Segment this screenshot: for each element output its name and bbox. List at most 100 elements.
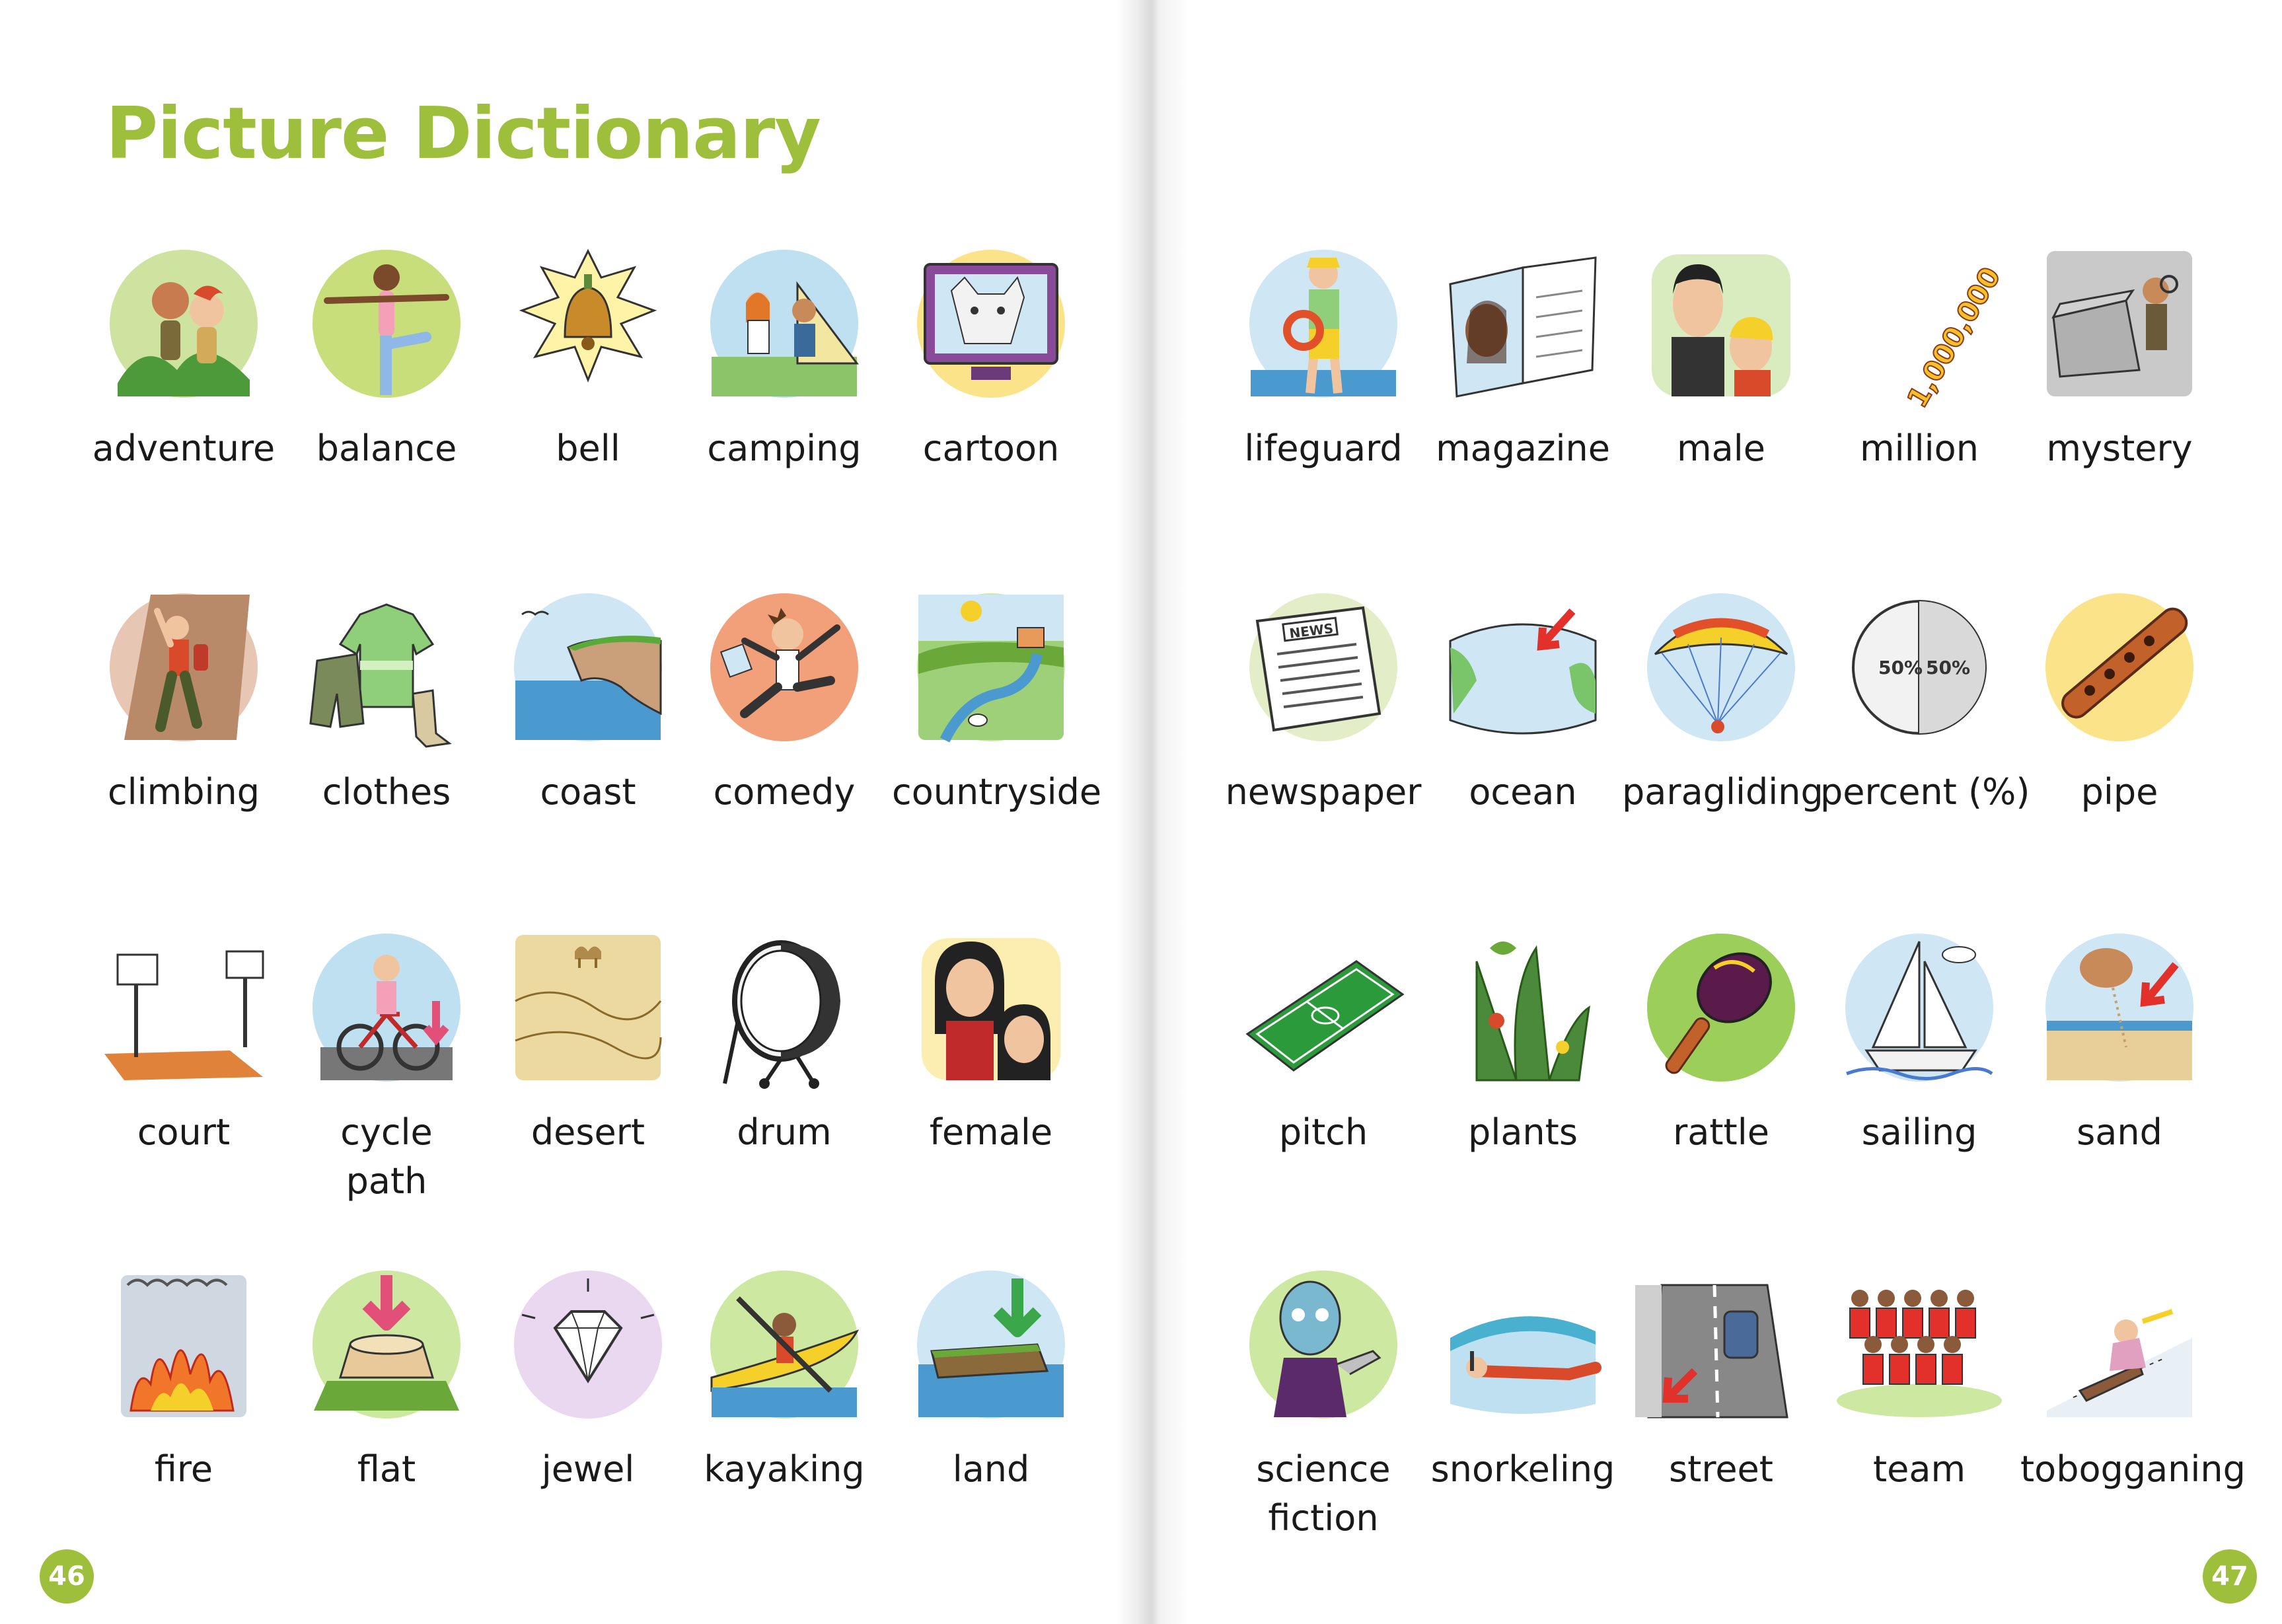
entry-word: rattle bbox=[1673, 1111, 1769, 1153]
mystery-icon bbox=[2034, 238, 2205, 410]
dictionary-entry: NEWS newspaper bbox=[1224, 581, 1422, 817]
page-number-right: 47 bbox=[2203, 1549, 2257, 1604]
dictionary-entry: ocean bbox=[1424, 581, 1622, 817]
newspaper-icon: NEWS bbox=[1237, 581, 1409, 753]
entry-word: clothes bbox=[322, 771, 451, 813]
svg-text:50%: 50% bbox=[1926, 657, 1970, 679]
fire-icon bbox=[98, 1259, 270, 1430]
entry-word: fire bbox=[154, 1448, 213, 1490]
entry-word: percent (%) bbox=[1820, 771, 2030, 813]
entry-word: adventure bbox=[92, 427, 276, 469]
entry-word: land bbox=[952, 1448, 1030, 1490]
dictionary-entry: sailing bbox=[1820, 922, 2018, 1157]
dictionary-entry: team bbox=[1820, 1259, 2018, 1494]
svg-text:50%: 50% bbox=[1878, 657, 1923, 679]
entry-word: pitch bbox=[1278, 1111, 1368, 1153]
male-icon bbox=[1635, 238, 1807, 410]
dictionary-entry: sand bbox=[2020, 922, 2219, 1157]
dictionary-entry: kayaking bbox=[685, 1259, 883, 1494]
entry-word: sand bbox=[2077, 1111, 2162, 1153]
adventure-icon bbox=[98, 238, 270, 410]
dictionary-entry: fire bbox=[85, 1259, 283, 1494]
entry-word: magazine bbox=[1436, 427, 1610, 469]
entry-word: cartoon bbox=[922, 427, 1060, 469]
land-icon bbox=[905, 1259, 1077, 1430]
page-title: Picture Dictionary bbox=[106, 92, 821, 175]
entry-word: flat bbox=[357, 1448, 416, 1490]
desert-icon bbox=[502, 922, 674, 1093]
million-icon: 1,000,000 bbox=[1833, 238, 2005, 410]
cycle-path-icon bbox=[301, 922, 472, 1093]
clothes-icon bbox=[301, 581, 472, 753]
page-number-left: 46 bbox=[40, 1549, 94, 1604]
dictionary-entry: rattle bbox=[1622, 922, 1820, 1157]
entry-word: bell bbox=[556, 427, 620, 469]
entry-word: male bbox=[1677, 427, 1765, 469]
entry-word: jewel bbox=[541, 1448, 635, 1490]
science-fiction-icon bbox=[1237, 1259, 1409, 1430]
court-icon bbox=[98, 922, 270, 1093]
dictionary-entry: pitch bbox=[1224, 922, 1422, 1157]
dictionary-entry: magazine bbox=[1424, 238, 1622, 473]
dictionary-entry: 1,000,000 million bbox=[1820, 238, 2018, 473]
dictionary-entry: drum bbox=[685, 922, 883, 1157]
entry-word: camping bbox=[707, 427, 862, 469]
dictionary-entry: street bbox=[1622, 1259, 1820, 1494]
bell-icon bbox=[502, 238, 674, 410]
dictionary-entry: coast bbox=[489, 581, 687, 817]
dictionary-entry: plants bbox=[1424, 922, 1622, 1157]
entry-word: drum bbox=[737, 1111, 832, 1153]
dictionary-entry: court bbox=[85, 922, 283, 1157]
team-icon bbox=[1833, 1259, 2005, 1430]
entry-word: ocean bbox=[1469, 771, 1577, 813]
drum-icon bbox=[698, 922, 870, 1093]
cartoon-icon bbox=[905, 238, 1077, 410]
dictionary-entry: camping bbox=[685, 238, 883, 473]
entry-word: tobogganing bbox=[2020, 1448, 2246, 1490]
entry-word: cycle path bbox=[340, 1111, 433, 1202]
flat-icon bbox=[301, 1259, 472, 1430]
female-icon bbox=[905, 922, 1077, 1093]
entry-word: countryside bbox=[892, 771, 1102, 813]
dictionary-entry: jewel bbox=[489, 1259, 687, 1494]
entry-word: paragliding bbox=[1622, 771, 1823, 813]
dictionary-entry: science fiction bbox=[1224, 1259, 1422, 1543]
dictionary-entry: snorkeling bbox=[1424, 1259, 1622, 1494]
dictionary-entry: countryside bbox=[892, 581, 1102, 817]
entry-word: court bbox=[137, 1111, 231, 1153]
magazine-icon bbox=[1437, 238, 1609, 410]
entry-word: female bbox=[929, 1111, 1053, 1153]
dictionary-entry: land bbox=[892, 1259, 1090, 1494]
paragliding-icon bbox=[1635, 581, 1807, 753]
dictionary-entry: clothes bbox=[287, 581, 486, 817]
dictionary-entry: mystery bbox=[2020, 238, 2219, 473]
dictionary-entry: male bbox=[1622, 238, 1820, 473]
coast-icon bbox=[502, 581, 674, 753]
entry-word: plants bbox=[1468, 1111, 1578, 1153]
ocean-icon bbox=[1437, 581, 1609, 753]
entry-word: balance bbox=[316, 427, 457, 469]
book-gutter bbox=[1117, 0, 1189, 1624]
comedy-icon bbox=[698, 581, 870, 753]
dictionary-entry: cycle path bbox=[287, 922, 486, 1206]
dictionary-entry: comedy bbox=[685, 581, 883, 817]
kayaking-icon bbox=[698, 1259, 870, 1430]
entry-word: street bbox=[1669, 1448, 1773, 1490]
dictionary-entry: climbing bbox=[85, 581, 283, 817]
dictionary-entry: female bbox=[892, 922, 1090, 1157]
lifeguard-icon bbox=[1237, 238, 1409, 410]
entry-word: team bbox=[1872, 1448, 1966, 1490]
entry-word: kayaking bbox=[704, 1448, 865, 1490]
svg-text:1,000,000: 1,000,000 bbox=[1901, 262, 2005, 410]
countryside-icon bbox=[905, 581, 1077, 753]
entry-word: coast bbox=[540, 771, 636, 813]
percent-icon: 50% 50% bbox=[1833, 581, 2005, 753]
balance-icon bbox=[301, 238, 472, 410]
snorkeling-icon bbox=[1437, 1259, 1609, 1430]
camping-icon bbox=[698, 238, 870, 410]
plants-icon bbox=[1437, 922, 1609, 1093]
sand-icon bbox=[2034, 922, 2205, 1093]
entry-word: comedy bbox=[713, 771, 856, 813]
sailing-icon bbox=[1833, 922, 2005, 1093]
entry-word: science fiction bbox=[1256, 1448, 1391, 1539]
